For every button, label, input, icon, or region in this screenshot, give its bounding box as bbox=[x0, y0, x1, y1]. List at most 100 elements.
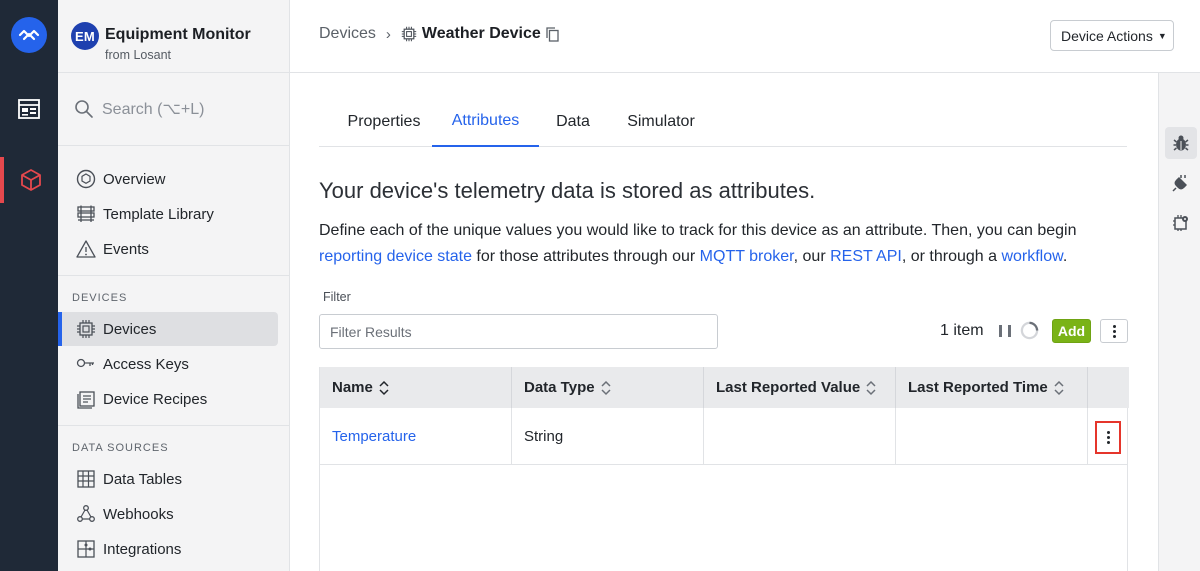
tab-attributes[interactable]: Attributes bbox=[432, 97, 539, 147]
breadcrumb-devices[interactable]: Devices bbox=[319, 25, 376, 43]
device-actions-label: Device Actions bbox=[1061, 27, 1153, 44]
search-icon bbox=[75, 100, 93, 118]
application-header[interactable]: EM Equipment Monitor from Losant bbox=[58, 0, 289, 73]
mqtt-broker-link[interactable]: MQTT broker bbox=[700, 248, 794, 265]
divider bbox=[58, 145, 289, 146]
more-vertical-icon bbox=[1112, 324, 1116, 338]
column-header-last-reported-value[interactable]: Last Reported Value bbox=[704, 367, 896, 408]
workflow-link[interactable]: workflow bbox=[1001, 248, 1062, 265]
breadcrumb: Devices › Weather Device bbox=[319, 25, 559, 43]
losant-logo-icon[interactable] bbox=[11, 17, 47, 53]
sidebar-item-label: Data Tables bbox=[103, 470, 182, 488]
sidebar-item-label: Device Recipes bbox=[103, 390, 208, 408]
column-header-name[interactable]: Name bbox=[320, 367, 512, 408]
cell-data-type: String bbox=[512, 408, 704, 465]
sidebar-item-devices[interactable]: Devices bbox=[58, 312, 278, 346]
sidebar-item-integrations[interactable]: Integrations bbox=[58, 532, 278, 566]
filter-label: Filter bbox=[323, 290, 351, 304]
cell-last-time bbox=[896, 408, 1088, 465]
sidebar-item-access-keys[interactable]: Access Keys bbox=[58, 347, 278, 381]
sidebar-item-label: Devices bbox=[103, 320, 157, 338]
table-row: Temperature String bbox=[320, 408, 1127, 465]
desc-text: . bbox=[1062, 248, 1068, 265]
desc-text: , or through a bbox=[901, 248, 1002, 265]
section-label-data-sources: DATA SOURCES bbox=[72, 442, 169, 454]
debug-bug-icon[interactable] bbox=[1165, 127, 1197, 159]
sort-icon bbox=[866, 380, 876, 395]
column-header-data-type[interactable]: Data Type bbox=[512, 367, 704, 408]
pause-icon[interactable] bbox=[999, 324, 1011, 338]
more-vertical-icon bbox=[1106, 431, 1110, 444]
desc-text: Define each of the unique values you wou… bbox=[319, 222, 1077, 239]
puzzle-icon bbox=[75, 538, 97, 560]
dashboards-icon[interactable] bbox=[0, 86, 58, 132]
sidebar-item-label: Integrations bbox=[103, 540, 182, 558]
sidebar-item-device-recipes[interactable]: Device Recipes bbox=[58, 382, 278, 416]
sidebar-search[interactable]: Search (⌥+L) bbox=[74, 96, 274, 122]
desc-text: for those attributes through our bbox=[471, 248, 700, 265]
sort-icon bbox=[379, 380, 389, 395]
page-description: Define each of the unique values you wou… bbox=[319, 218, 1129, 270]
tab-simulator[interactable]: Simulator bbox=[616, 97, 706, 147]
add-attribute-button[interactable]: Add bbox=[1052, 319, 1091, 343]
item-count: 1 item bbox=[940, 322, 984, 339]
key-icon bbox=[75, 353, 97, 375]
plug-connection-icon[interactable] bbox=[1165, 167, 1197, 199]
filter-input[interactable] bbox=[319, 314, 718, 349]
tab-data[interactable]: Data bbox=[547, 97, 599, 147]
reporting-device-state-link[interactable]: reporting device state bbox=[319, 248, 472, 265]
sidebar-item-label: Template Library bbox=[103, 205, 214, 223]
row-actions-button[interactable] bbox=[1095, 421, 1121, 454]
sidebar-item-label: Access Keys bbox=[103, 355, 189, 373]
more-options-button[interactable] bbox=[1100, 319, 1128, 343]
column-header-label: Name bbox=[332, 379, 373, 396]
device-chip-icon bbox=[75, 318, 97, 340]
caret-down-icon: ▼ bbox=[1157, 30, 1167, 41]
sidebar-item-events[interactable]: Events bbox=[58, 232, 278, 266]
tab-properties[interactable]: Properties bbox=[336, 97, 432, 147]
column-header-label: Last Reported Value bbox=[716, 379, 861, 396]
sidebar-item-data-tables[interactable]: Data Tables bbox=[58, 462, 278, 496]
column-header-label: Data Type bbox=[524, 379, 595, 396]
sidebar-item-label: Events bbox=[103, 240, 149, 258]
sort-icon bbox=[601, 380, 611, 395]
device-actions-button[interactable]: Device Actions ▼ bbox=[1050, 20, 1174, 51]
copy-icon[interactable] bbox=[546, 26, 559, 42]
sidebar-item-webhooks[interactable]: Webhooks bbox=[58, 497, 278, 531]
app-avatar: EM bbox=[71, 22, 99, 50]
sidebar-item-label: Overview bbox=[103, 170, 166, 188]
breadcrumb-current: Weather Device bbox=[421, 25, 541, 42]
sidebar: EM Equipment Monitor from Losant Search … bbox=[58, 0, 290, 571]
app-rail bbox=[0, 0, 58, 571]
section-label-devices: DEVICES bbox=[72, 292, 128, 304]
overview-cube-icon bbox=[75, 168, 97, 190]
breadcrumb-separator: › bbox=[385, 25, 391, 43]
warning-triangle-icon bbox=[75, 238, 97, 260]
rest-api-link[interactable]: REST API bbox=[830, 248, 902, 265]
device-chip-icon bbox=[401, 26, 417, 42]
applications-cube-icon[interactable] bbox=[0, 157, 58, 203]
search-placeholder: Search (⌥+L) bbox=[102, 101, 205, 118]
app-name: Equipment Monitor bbox=[105, 26, 251, 43]
table-header: Name Data Type Last Reported Value Last … bbox=[320, 367, 1129, 408]
desc-text: , our bbox=[793, 248, 831, 265]
sidebar-item-overview[interactable]: Overview bbox=[58, 162, 278, 196]
page-headline: Your device's telemetry data is stored a… bbox=[319, 178, 816, 203]
app-org: from Losant bbox=[105, 48, 172, 62]
divider bbox=[58, 425, 289, 426]
sidebar-item-template-library[interactable]: Template Library bbox=[58, 197, 278, 231]
attribute-name-link[interactable]: Temperature bbox=[332, 428, 416, 445]
template-library-icon bbox=[75, 203, 97, 225]
top-bar: Devices › Weather Device Device Actions … bbox=[290, 0, 1200, 73]
divider bbox=[58, 275, 289, 276]
column-header-last-reported-time[interactable]: Last Reported Time bbox=[896, 367, 1088, 408]
table-grid-icon bbox=[75, 468, 97, 490]
right-rail bbox=[1158, 73, 1200, 571]
device-chip-gear-icon[interactable] bbox=[1165, 207, 1197, 239]
webhook-icon bbox=[75, 503, 97, 525]
tab-bar: Properties Attributes Data Simulator bbox=[319, 97, 1127, 147]
sort-icon bbox=[1054, 380, 1064, 395]
recipe-book-icon bbox=[75, 388, 97, 410]
cell-name: Temperature bbox=[320, 408, 512, 465]
sidebar-item-label: Webhooks bbox=[103, 505, 174, 523]
